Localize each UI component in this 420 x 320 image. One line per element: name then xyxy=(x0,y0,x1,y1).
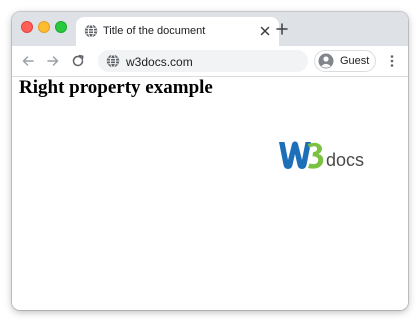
tab-strip: Title of the document xyxy=(12,12,408,46)
profile-button[interactable]: Guest xyxy=(314,50,376,72)
browser-window: Title of the document w3docs.com Guest R… xyxy=(12,12,408,310)
reload-icon[interactable] xyxy=(71,54,85,68)
tab-title: Title of the document xyxy=(103,25,206,37)
globe-icon xyxy=(106,54,120,68)
person-icon xyxy=(318,53,334,69)
page-content: Right property example docs xyxy=(12,77,408,310)
close-window-button[interactable] xyxy=(21,21,33,33)
globe-icon xyxy=(84,24,98,38)
page-heading: Right property example xyxy=(19,77,213,98)
close-tab-icon[interactable] xyxy=(259,25,271,37)
profile-label: Guest xyxy=(340,55,370,67)
more-menu-icon[interactable] xyxy=(386,54,398,68)
w3docs-logo: docs xyxy=(279,141,364,170)
forward-arrow-icon[interactable] xyxy=(46,54,60,68)
back-arrow-icon[interactable] xyxy=(21,54,35,68)
tab-active[interactable]: Title of the document xyxy=(76,17,279,46)
address-bar[interactable]: w3docs.com xyxy=(98,50,308,72)
address-url: w3docs.com xyxy=(126,55,193,69)
new-tab-icon[interactable] xyxy=(275,22,289,36)
svg-text:docs: docs xyxy=(326,150,364,170)
toolbar: w3docs.com Guest xyxy=(12,46,408,77)
maximize-window-button[interactable] xyxy=(55,21,67,33)
minimize-window-button[interactable] xyxy=(38,21,50,33)
